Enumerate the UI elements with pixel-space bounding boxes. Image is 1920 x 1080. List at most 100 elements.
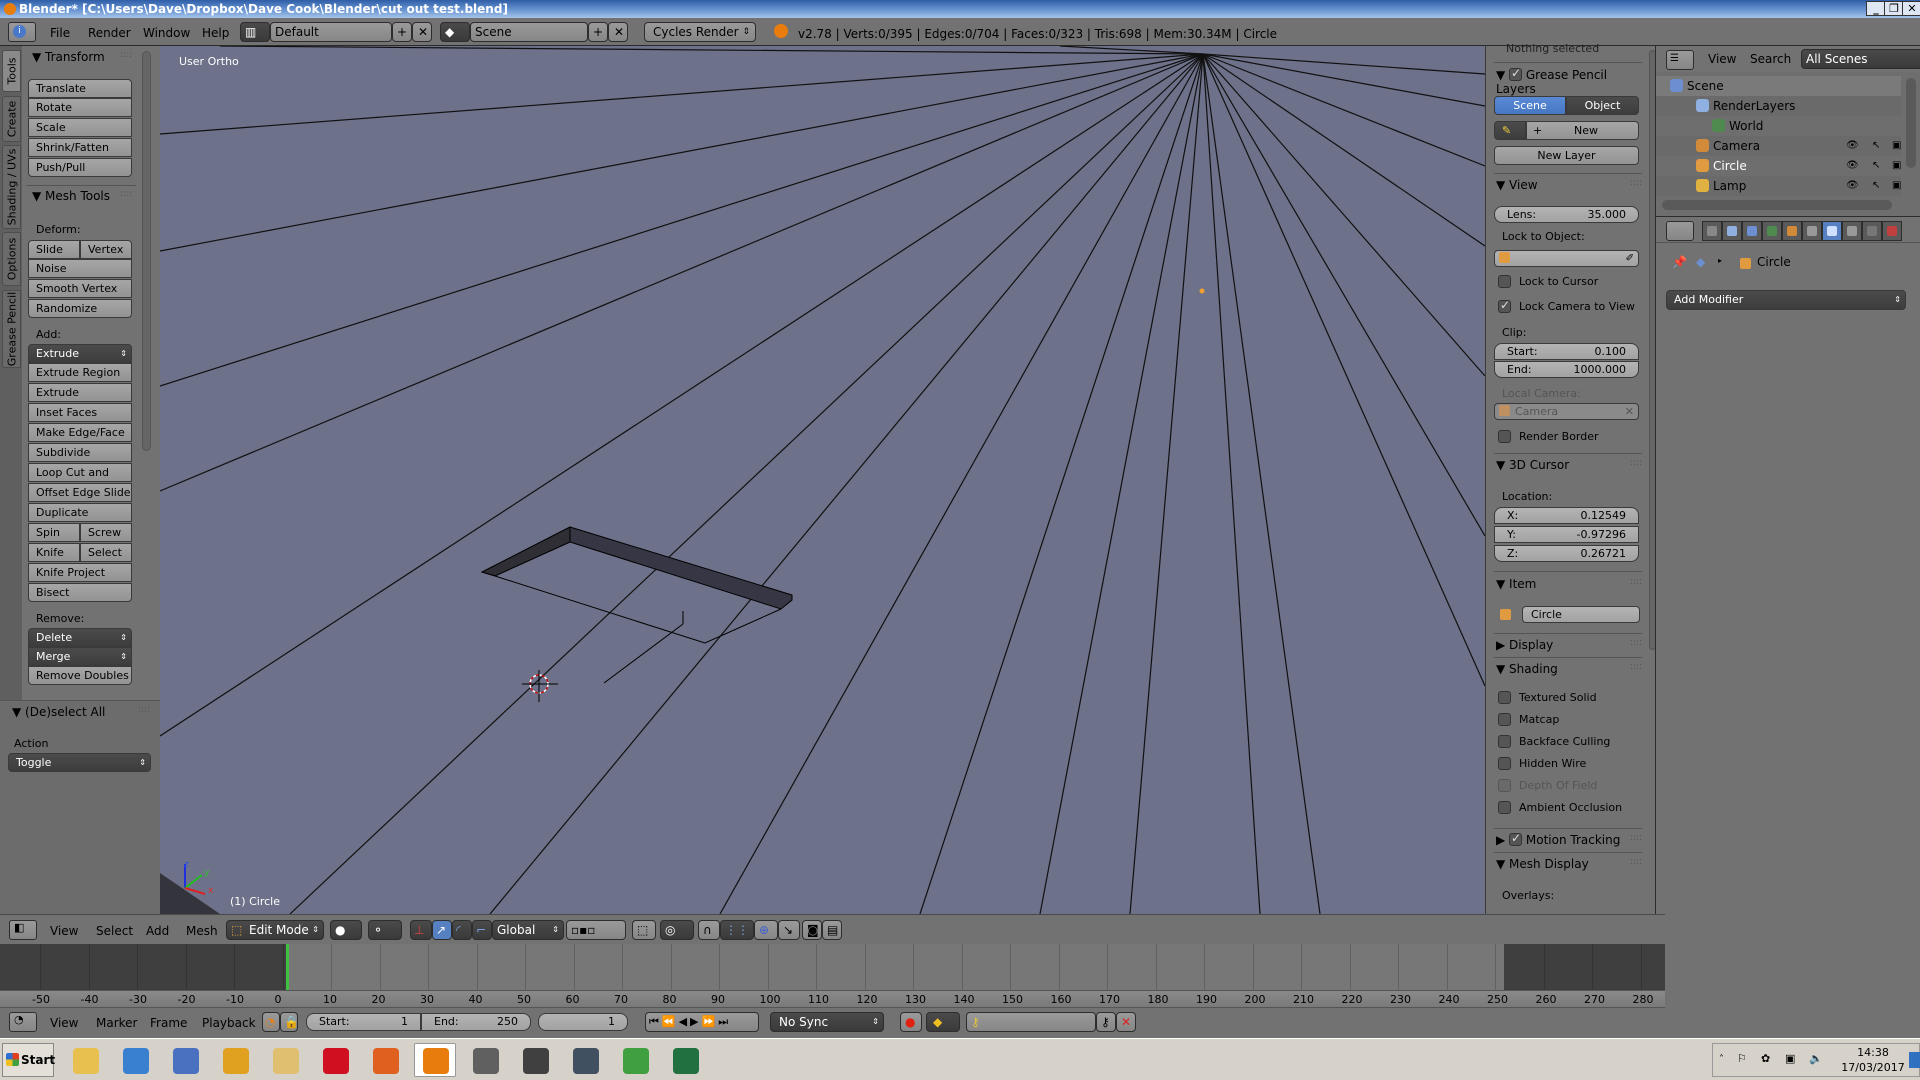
tab-grease-pencil[interactable]: Grease Pencil bbox=[2, 290, 21, 368]
item-panel-header[interactable]: ▼ Item:::: bbox=[1496, 577, 1642, 591]
snap-target-button[interactable]: ⊕ bbox=[754, 920, 778, 940]
taskbar-app-media-player[interactable] bbox=[114, 1043, 156, 1077]
object-name-field[interactable]: Circle bbox=[1522, 606, 1640, 623]
properties-tab-constraints[interactable] bbox=[1802, 221, 1822, 241]
keying-set-field[interactable]: ⚷ bbox=[966, 1012, 1096, 1032]
show-desktop-button[interactable] bbox=[1909, 1052, 1920, 1068]
render-camera-icon[interactable]: ▣ bbox=[1892, 176, 1901, 196]
taskbar-app-gimp[interactable] bbox=[464, 1043, 506, 1077]
drag-grip-icon[interactable]: :::: bbox=[1630, 638, 1642, 648]
slide-edge-button[interactable]: Slide Ed bbox=[28, 240, 80, 273]
tab-create[interactable]: Create bbox=[2, 96, 21, 142]
action-center-flag-icon[interactable]: ⚐ bbox=[1737, 1052, 1747, 1065]
timeline-ruler[interactable]: -50 -40 -30 -20 -10 0 10 20 30 40 50 60 70 80 90 100 110… bbox=[0, 990, 1665, 1008]
timeline-menu-frame[interactable]: Frame bbox=[150, 1016, 187, 1030]
volume-icon[interactable]: 🔈 bbox=[1809, 1052, 1823, 1065]
timeline-menu-playback[interactable]: Playback bbox=[202, 1016, 256, 1030]
scene-selector[interactable]: ◆ bbox=[440, 22, 470, 42]
select-mode-buttons[interactable]: ▫▪▫ bbox=[566, 920, 626, 940]
taskbar-app-blender[interactable] bbox=[414, 1043, 456, 1077]
properties-tab-data[interactable] bbox=[1842, 221, 1862, 241]
transform-orientation-dropdown[interactable]: Global ⇕ bbox=[492, 920, 564, 940]
shading-option-checkbox[interactable] bbox=[1498, 735, 1511, 748]
knife-select-button[interactable]: Select bbox=[80, 543, 132, 562]
outliner-row[interactable]: Scene bbox=[1656, 76, 1901, 96]
bisect-button[interactable]: Bisect bbox=[28, 583, 132, 602]
duplicate-button[interactable]: Duplicate bbox=[28, 503, 132, 522]
local-camera-field[interactable]: Camera ✕ bbox=[1494, 403, 1639, 420]
operator-panel-header[interactable]: ▼ (De)select All:::: bbox=[12, 705, 150, 719]
3d-view-editor-type-button[interactable]: ◧ bbox=[9, 920, 37, 940]
3d-viewport[interactable]: User Ortho z y x (1) Circle bbox=[160, 46, 1485, 914]
motion-tracking-checkbox[interactable] bbox=[1509, 831, 1523, 846]
tab-tools[interactable]: Tools bbox=[2, 50, 21, 92]
lock-to-cursor-checkbox[interactable] bbox=[1498, 275, 1511, 288]
render-camera-icon[interactable]: ▣ bbox=[1892, 136, 1901, 156]
insert-keyframe-button[interactable]: ⚷ bbox=[1096, 1012, 1116, 1032]
make-edge-face-button[interactable]: Make Edge/Face bbox=[28, 423, 132, 442]
action-dropdown[interactable]: Toggle ⇕ bbox=[8, 753, 151, 772]
playback-controls[interactable]: ⏮⏪◀▶⏩⏭ bbox=[645, 1012, 759, 1032]
manipulator-toggle[interactable]: ⊥ bbox=[410, 920, 432, 940]
timeline-editor-type-button[interactable]: ◔ bbox=[9, 1012, 37, 1032]
preview-range-toggle[interactable]: ◔ bbox=[262, 1012, 280, 1032]
menu-view[interactable]: View bbox=[50, 924, 78, 938]
mesh-display-panel-header[interactable]: ▼ Mesh Display:::: bbox=[1496, 857, 1642, 871]
network-icon[interactable]: ▣ bbox=[1785, 1052, 1795, 1065]
clock-time[interactable]: 14:38 bbox=[1843, 1046, 1903, 1059]
delete-keyframe-button[interactable]: ✕ bbox=[1116, 1012, 1136, 1032]
taskbar-app-excel[interactable] bbox=[664, 1043, 706, 1077]
push-pull-button[interactable]: Push/Pull bbox=[28, 158, 132, 177]
shrink-fatten-button[interactable]: Shrink/Fatten bbox=[28, 138, 132, 157]
screen-layout-selector[interactable]: ▥ bbox=[240, 22, 270, 42]
subdivide-button[interactable]: Subdivide bbox=[28, 443, 132, 462]
translate-manipulator-button[interactable]: ↗ bbox=[432, 920, 452, 940]
randomize-button[interactable]: Randomize bbox=[28, 299, 132, 318]
add-screen-button[interactable]: + bbox=[392, 22, 412, 42]
outliner-row[interactable]: RenderLayers bbox=[1656, 96, 1901, 116]
shading-option-checkbox[interactable] bbox=[1498, 713, 1511, 726]
drag-grip-icon[interactable]: :::: bbox=[1630, 458, 1642, 468]
keying-mode-dropdown[interactable]: ◆ bbox=[926, 1012, 960, 1032]
pivot-point-dropdown[interactable]: ⚬ bbox=[368, 920, 402, 940]
end-frame-field[interactable]: End: 250 bbox=[421, 1013, 531, 1031]
snap-toggle[interactable]: ∩ bbox=[698, 920, 720, 940]
snap-element-dropdown[interactable]: ⋮⋮ bbox=[720, 920, 754, 940]
delete-screen-button[interactable]: ✕ bbox=[412, 22, 432, 42]
tool-shelf-scrollbar[interactable] bbox=[142, 51, 151, 451]
translate-button[interactable]: Translate bbox=[28, 79, 132, 98]
eye-icon[interactable]: 👁 bbox=[1846, 156, 1859, 176]
menu-select[interactable]: Select bbox=[96, 924, 133, 938]
sync-status-icon[interactable]: ✿ bbox=[1761, 1052, 1770, 1065]
tab-options[interactable]: Options bbox=[2, 232, 21, 286]
outliner-menu-view[interactable]: View bbox=[1708, 52, 1736, 66]
drag-grip-icon[interactable]: :::: bbox=[1630, 178, 1642, 188]
drag-grip-icon[interactable]: :::: bbox=[1630, 662, 1642, 672]
new-grease-pencil-button[interactable]: + New bbox=[1526, 121, 1639, 140]
mode-dropdown[interactable]: ⬚ Edit Mode ⇕ bbox=[226, 920, 324, 940]
delete-dropdown[interactable]: Delete ⇕ bbox=[28, 628, 132, 647]
inset-faces-button[interactable]: Inset Faces bbox=[28, 403, 132, 422]
menu-window[interactable]: Window bbox=[143, 26, 190, 40]
grease-pencil-scene-tab[interactable]: Scene bbox=[1494, 96, 1566, 115]
taskbar-app-world-of-warships[interactable] bbox=[564, 1043, 606, 1077]
menu-file[interactable]: File bbox=[50, 26, 70, 40]
view-panel-header[interactable]: ▼ View:::: bbox=[1496, 178, 1642, 192]
taskbar-app-mail[interactable] bbox=[264, 1043, 306, 1077]
cursor-z-field[interactable]: Z: 0.26721 bbox=[1494, 545, 1639, 562]
outliner-row[interactable]: Camera 👁 ↖ ▣ bbox=[1656, 136, 1901, 156]
add-scene-button[interactable]: + bbox=[588, 22, 608, 42]
grease-pencil-enable-checkbox[interactable] bbox=[1509, 66, 1523, 81]
clip-end-field[interactable]: End: 1000.000 bbox=[1494, 361, 1639, 378]
remove-doubles-button[interactable]: Remove Doubles bbox=[28, 666, 132, 685]
timeline-menu-marker[interactable]: Marker bbox=[96, 1016, 137, 1030]
lock-range-toggle[interactable]: 🔒 bbox=[280, 1012, 299, 1032]
show-hidden-icons-button[interactable]: ˄ bbox=[1719, 1054, 1724, 1065]
eye-icon[interactable]: 👁 bbox=[1846, 176, 1859, 196]
cursor-x-field[interactable]: X: 0.12549 bbox=[1494, 507, 1639, 524]
cursor-select-icon[interactable]: ↖ bbox=[1872, 176, 1880, 196]
sync-mode-dropdown[interactable]: No Sync ⇕ bbox=[770, 1012, 884, 1032]
pin-icon[interactable]: 📌 bbox=[1672, 255, 1687, 269]
offset-edge-slide-button[interactable]: Offset Edge Slide bbox=[28, 483, 132, 502]
render-opengl-button[interactable]: ◙ bbox=[802, 920, 822, 940]
